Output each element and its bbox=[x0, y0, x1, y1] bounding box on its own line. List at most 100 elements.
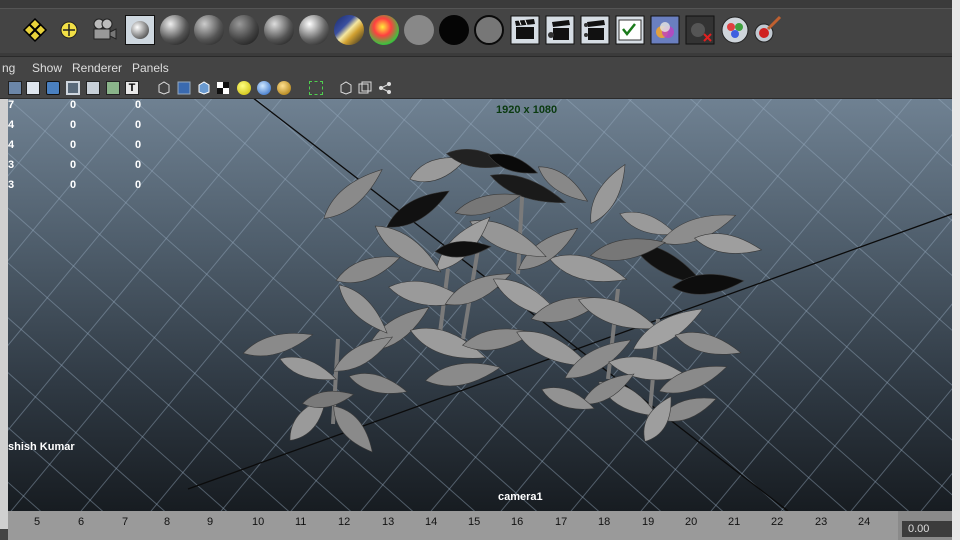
resolution-gate-icon[interactable]: T bbox=[125, 81, 139, 95]
black-shader-icon[interactable] bbox=[439, 15, 469, 45]
hud-value: 0 bbox=[70, 119, 77, 131]
frame-number: 21 bbox=[728, 516, 741, 528]
frame-number: 5 bbox=[34, 516, 41, 528]
default-camera-icon[interactable] bbox=[339, 81, 353, 95]
shader-library-icon[interactable] bbox=[720, 15, 750, 45]
wireframe-icon[interactable] bbox=[157, 81, 171, 95]
isolate-select-icon[interactable] bbox=[309, 81, 323, 95]
time-slider[interactable]: 5 6 7 8 9 10 11 12 13 14 15 16 17 18 19 … bbox=[8, 511, 952, 540]
plant-leaf bbox=[279, 356, 337, 380]
render-clapboard-icon[interactable] bbox=[510, 15, 540, 45]
film-gate-icon[interactable] bbox=[106, 81, 120, 95]
frame-number: 9 bbox=[207, 516, 214, 528]
textured-icon[interactable] bbox=[216, 81, 230, 95]
right-window-edge bbox=[952, 0, 960, 540]
frame-number: 17 bbox=[555, 516, 568, 528]
hud-value: 0 bbox=[70, 159, 77, 171]
hud-value: 0 bbox=[135, 159, 142, 171]
grid-icon[interactable] bbox=[86, 81, 100, 95]
phongE-sphere-icon[interactable] bbox=[299, 15, 329, 45]
plant-leaf bbox=[348, 373, 408, 394]
select-camera-icon[interactable] bbox=[8, 81, 22, 95]
hud-value: 0 bbox=[135, 99, 142, 111]
resolution-gate-label: 1920 x 1080 bbox=[496, 104, 558, 116]
two-view-icon[interactable] bbox=[358, 81, 372, 95]
hud-value: 4 bbox=[8, 119, 15, 131]
hud-value: 7 bbox=[8, 99, 15, 111]
hotkey-editor-icon[interactable] bbox=[20, 15, 50, 45]
blinn-sphere-icon[interactable] bbox=[160, 15, 190, 45]
frame-number: 7 bbox=[122, 516, 129, 528]
use-lights-icon[interactable] bbox=[237, 81, 251, 95]
plant-model[interactable] bbox=[8, 99, 952, 511]
plant-leaf bbox=[335, 256, 401, 283]
hud-value: 3 bbox=[8, 179, 15, 191]
menu-lighting[interactable]: ng bbox=[2, 61, 15, 75]
left-panel-edge bbox=[0, 99, 8, 529]
current-time-field[interactable]: 0.00 bbox=[902, 521, 952, 537]
frame-number: 23 bbox=[815, 516, 828, 528]
plant-leaf bbox=[323, 169, 383, 219]
mental-ray-shader-icon[interactable] bbox=[369, 15, 399, 45]
image-plane-icon[interactable] bbox=[66, 81, 80, 95]
camera-attributes-icon[interactable] bbox=[26, 81, 40, 95]
hud-value: 0 bbox=[135, 119, 142, 131]
frame-number: 6 bbox=[78, 516, 85, 528]
watermark-text: shish Kumar bbox=[8, 441, 75, 453]
panel-toolbar: T bbox=[0, 78, 955, 99]
ramp-shader-icon[interactable] bbox=[334, 15, 364, 45]
frame-number: 8 bbox=[164, 516, 171, 528]
hud-value: 4 bbox=[8, 139, 15, 151]
gray-shader-icon[interactable] bbox=[404, 15, 434, 45]
frame-number: 19 bbox=[642, 516, 655, 528]
frame-number: 14 bbox=[425, 516, 438, 528]
frame-number: 11 bbox=[295, 516, 307, 528]
phong-sphere-icon[interactable] bbox=[229, 15, 259, 45]
shadows-icon[interactable] bbox=[257, 81, 271, 95]
frame-number: 18 bbox=[598, 516, 611, 528]
remove-shader-icon[interactable] bbox=[685, 15, 715, 45]
frame-number: 13 bbox=[382, 516, 395, 528]
frame-number: 15 bbox=[468, 516, 481, 528]
surface-shader-icon[interactable] bbox=[474, 15, 504, 45]
maya-window: ng Show Renderer Panels T 1920 x 1080 7 … bbox=[0, 0, 960, 540]
menu-renderer[interactable]: Renderer bbox=[72, 61, 122, 75]
anisotropic-sphere-icon[interactable] bbox=[264, 15, 294, 45]
lambert-sphere-icon[interactable] bbox=[194, 15, 224, 45]
hud-value: 0 bbox=[70, 99, 77, 111]
frame-number: 20 bbox=[685, 516, 698, 528]
batch-render-clapboard-icon[interactable] bbox=[545, 15, 575, 45]
paint-brush-icon[interactable] bbox=[752, 15, 782, 45]
frame-number: 10 bbox=[252, 516, 265, 528]
shelf-tab-content bbox=[0, 8, 955, 53]
hypershade-sphere-icon[interactable] bbox=[125, 15, 155, 45]
smooth-shade-icon[interactable] bbox=[177, 81, 191, 95]
bookmarks-icon[interactable] bbox=[46, 81, 60, 95]
wireframe-on-shaded-icon[interactable] bbox=[197, 81, 211, 95]
hud-value: 0 bbox=[135, 179, 142, 191]
frame-number: 12 bbox=[338, 516, 351, 528]
panel-menu-bar: ng Show Renderer Panels bbox=[0, 58, 955, 78]
frame-number: 22 bbox=[771, 516, 784, 528]
menu-panels[interactable]: Panels bbox=[132, 61, 169, 75]
hud-value: 3 bbox=[8, 159, 15, 171]
hud-value: 0 bbox=[70, 139, 77, 151]
render-settings-icon[interactable] bbox=[615, 15, 645, 45]
time-ruler[interactable]: 5 6 7 8 9 10 11 12 13 14 15 16 17 18 19 … bbox=[8, 511, 898, 540]
render-layers-icon[interactable] bbox=[650, 15, 680, 45]
plant-leaf bbox=[425, 362, 502, 387]
hud-value: 0 bbox=[70, 179, 77, 191]
plant-leaf bbox=[242, 333, 314, 357]
camera-icon[interactable] bbox=[88, 15, 118, 45]
camera-name-label: camera1 bbox=[498, 491, 543, 503]
ipr-render-clapboard-icon[interactable] bbox=[580, 15, 610, 45]
xray-icon[interactable] bbox=[277, 81, 291, 95]
menu-show[interactable]: Show bbox=[32, 61, 62, 75]
plant-leaf bbox=[333, 405, 373, 453]
hypergraph-icon[interactable] bbox=[378, 81, 392, 95]
light-icon[interactable] bbox=[54, 15, 84, 45]
perspective-viewport[interactable]: 1920 x 1080 7 0 0 4 0 0 4 0 0 3 0 0 3 0 … bbox=[8, 99, 952, 511]
frame-number: 16 bbox=[511, 516, 524, 528]
shelf bbox=[0, 0, 955, 57]
plant-leaf bbox=[674, 332, 742, 355]
